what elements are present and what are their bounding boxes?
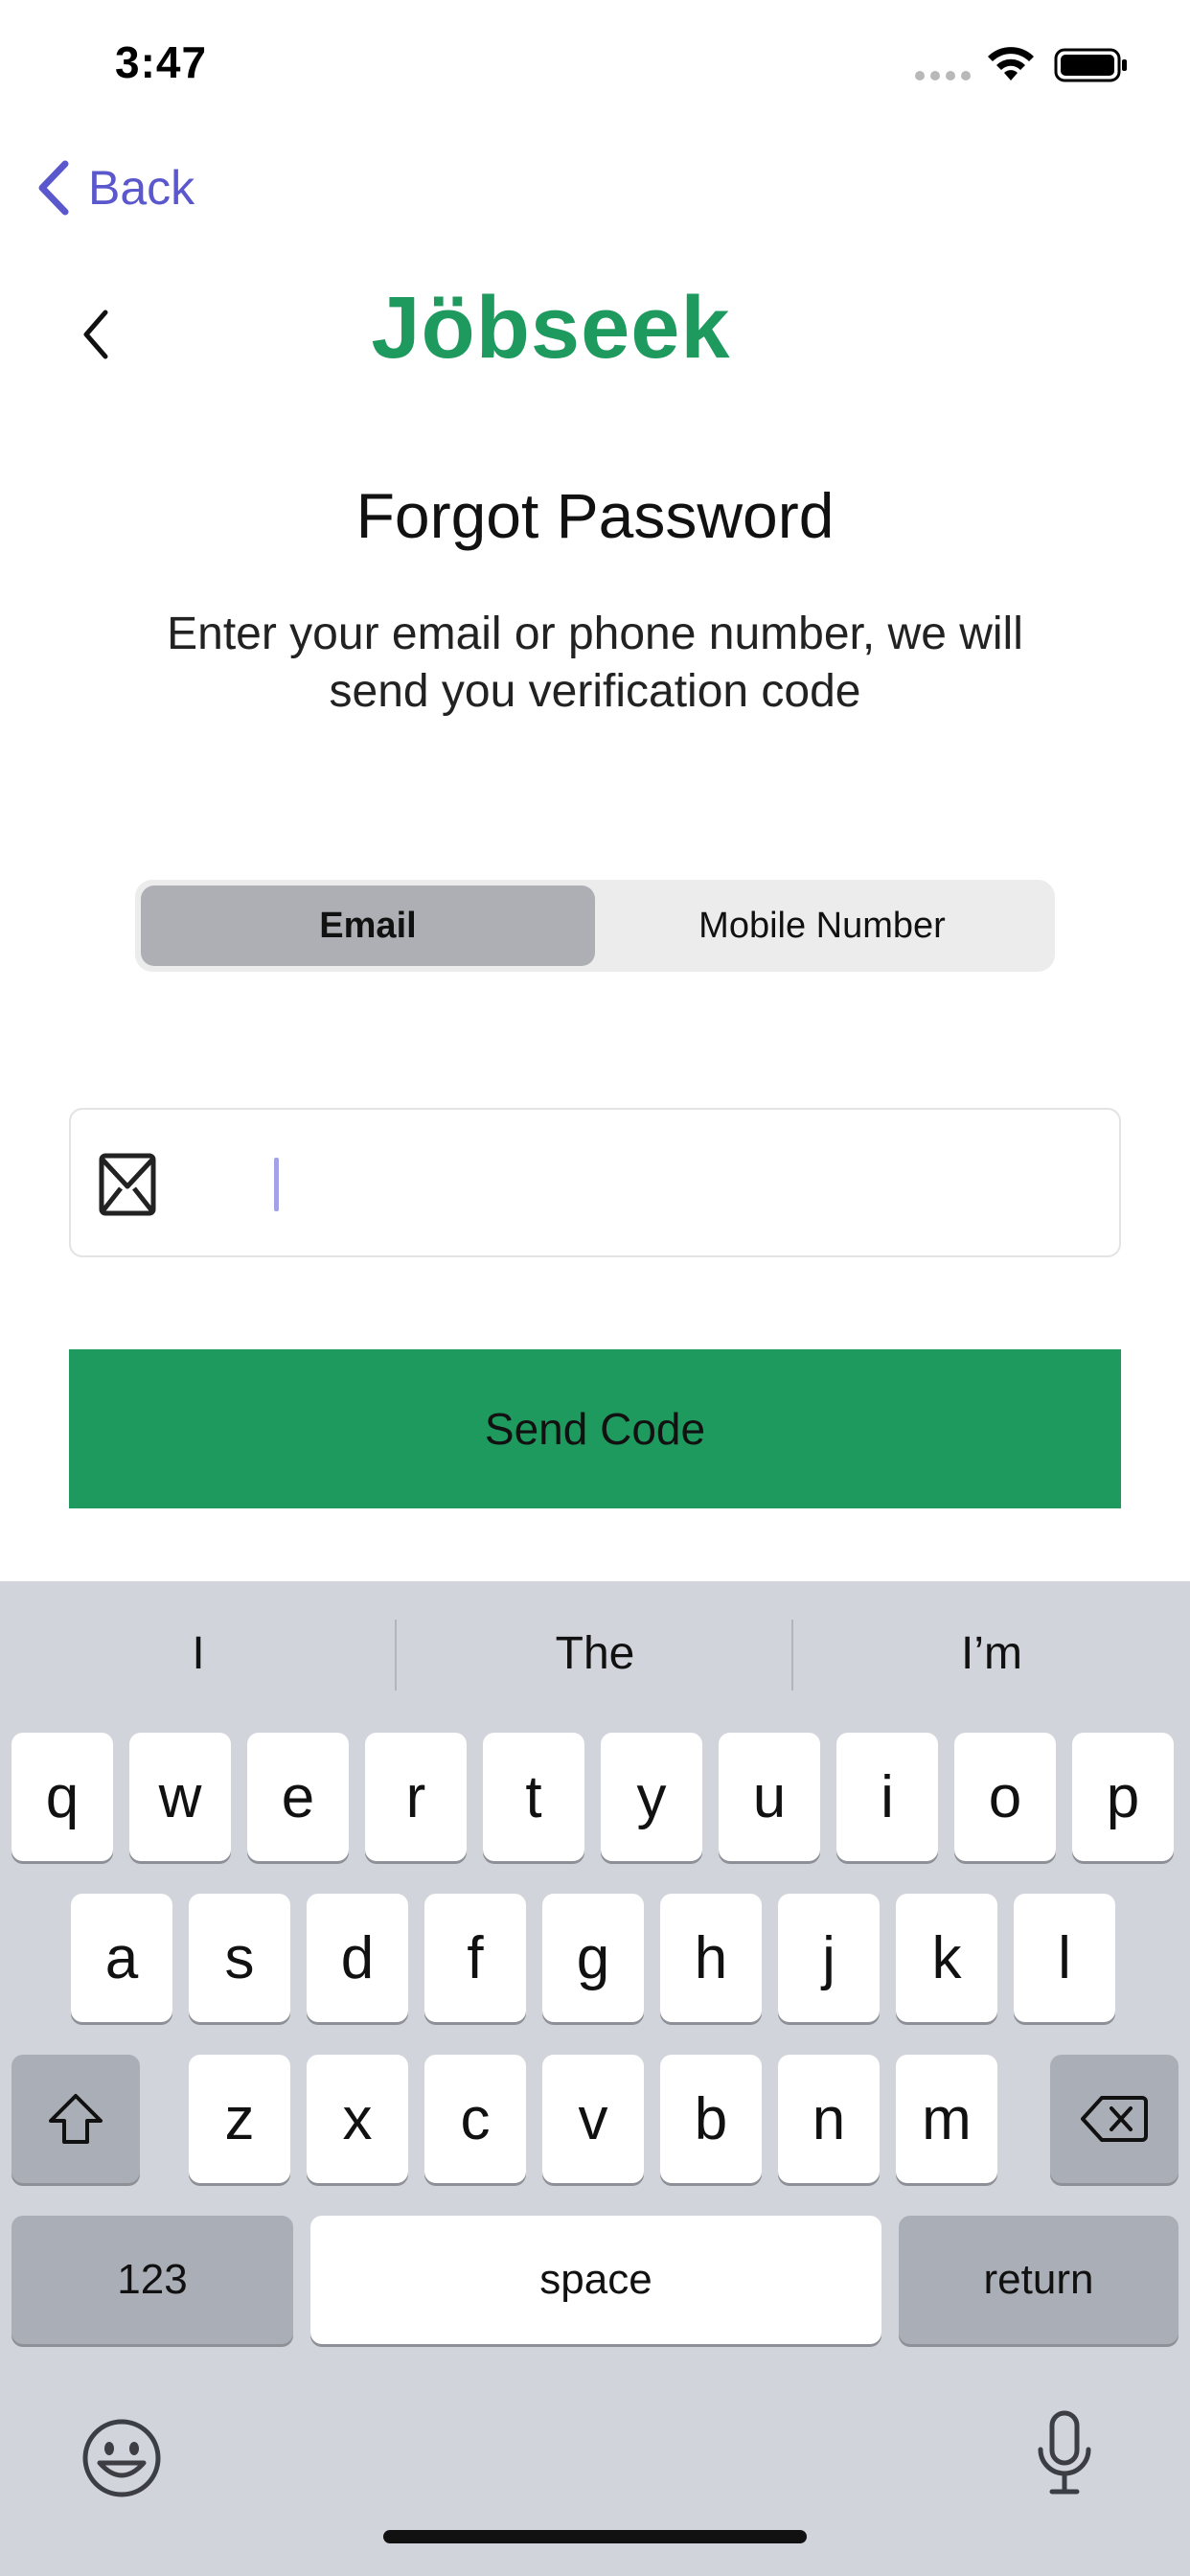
subtitle-line-1: Enter your email or phone number, we wil… (167, 609, 1023, 659)
numbers-key[interactable]: 123 (11, 2216, 293, 2344)
shift-icon (49, 2094, 103, 2144)
key-o[interactable]: o (954, 1733, 1056, 1861)
microphone-icon[interactable] (1035, 2409, 1094, 2497)
key-h[interactable]: h (660, 1894, 762, 2022)
shift-key[interactable] (11, 2055, 140, 2183)
key-y[interactable]: y (601, 1733, 702, 1861)
cellular-signal-icon (915, 71, 971, 80)
brand-logo: Jöbseek (371, 279, 731, 377)
key-w[interactable]: w (129, 1733, 231, 1861)
mail-icon (99, 1153, 156, 1216)
key-x[interactable]: x (307, 2055, 408, 2183)
battery-icon (1054, 48, 1127, 82)
key-d[interactable]: d (307, 1894, 408, 2022)
back-button[interactable]: Back (34, 153, 195, 222)
key-a[interactable]: a (71, 1894, 172, 2022)
wifi-icon (988, 47, 1034, 80)
key-r[interactable]: r (365, 1733, 467, 1861)
text-caret (274, 1158, 279, 1211)
key-u[interactable]: u (719, 1733, 820, 1861)
segment-email[interactable]: Email (141, 886, 595, 966)
key-q[interactable]: q (11, 1733, 113, 1861)
email-field[interactable] (69, 1108, 1121, 1257)
key-k[interactable]: k (896, 1894, 997, 2022)
back-label: Back (88, 161, 195, 215)
email-input[interactable] (284, 1138, 1088, 1230)
key-z[interactable]: z (189, 2055, 290, 2183)
key-c[interactable]: c (424, 2055, 526, 2183)
key-g[interactable]: g (542, 1894, 644, 2022)
key-s[interactable]: s (189, 1894, 290, 2022)
emoji-icon[interactable] (80, 2417, 163, 2499)
contact-method-segmented-control: Email Mobile Number (135, 880, 1055, 972)
key-n[interactable]: n (778, 2055, 880, 2183)
key-t[interactable]: t (483, 1733, 584, 1861)
delete-key[interactable] (1050, 2055, 1179, 2183)
suggestion-bar: I The I’m (0, 1581, 1190, 1725)
send-code-button[interactable]: Send Code (69, 1349, 1121, 1508)
key-f[interactable]: f (424, 1894, 526, 2022)
back-chevron-icon (38, 160, 69, 216)
suggestion-1[interactable]: I (0, 1581, 397, 1725)
suggestion-3[interactable]: I’m (793, 1581, 1190, 1725)
home-indicator[interactable] (383, 2530, 807, 2543)
status-time: 3:47 (115, 37, 208, 87)
page-title: Forgot Password (355, 480, 835, 551)
key-j[interactable]: j (778, 1894, 880, 2022)
key-i[interactable]: i (836, 1733, 938, 1861)
subtitle-line-2: send you verification code (329, 666, 861, 717)
status-bar: 3:47 (0, 0, 1190, 134)
key-p[interactable]: p (1072, 1733, 1174, 1861)
segment-mobile-number[interactable]: Mobile Number (595, 886, 1049, 966)
key-b[interactable]: b (660, 2055, 762, 2183)
space-key[interactable]: space (310, 2216, 881, 2344)
key-v[interactable]: v (542, 2055, 644, 2183)
return-key[interactable]: return (899, 2216, 1179, 2344)
suggestion-2[interactable]: The (397, 1581, 793, 1725)
keyboard: I The I’m q w e r t y u i o p a s d f g … (0, 1581, 1190, 2576)
key-m[interactable]: m (896, 2055, 997, 2183)
page-subtitle: Enter your email or phone number, we wil… (115, 606, 1075, 721)
key-l[interactable]: l (1014, 1894, 1115, 2022)
delete-icon (1081, 2096, 1148, 2142)
key-e[interactable]: e (247, 1733, 349, 1861)
